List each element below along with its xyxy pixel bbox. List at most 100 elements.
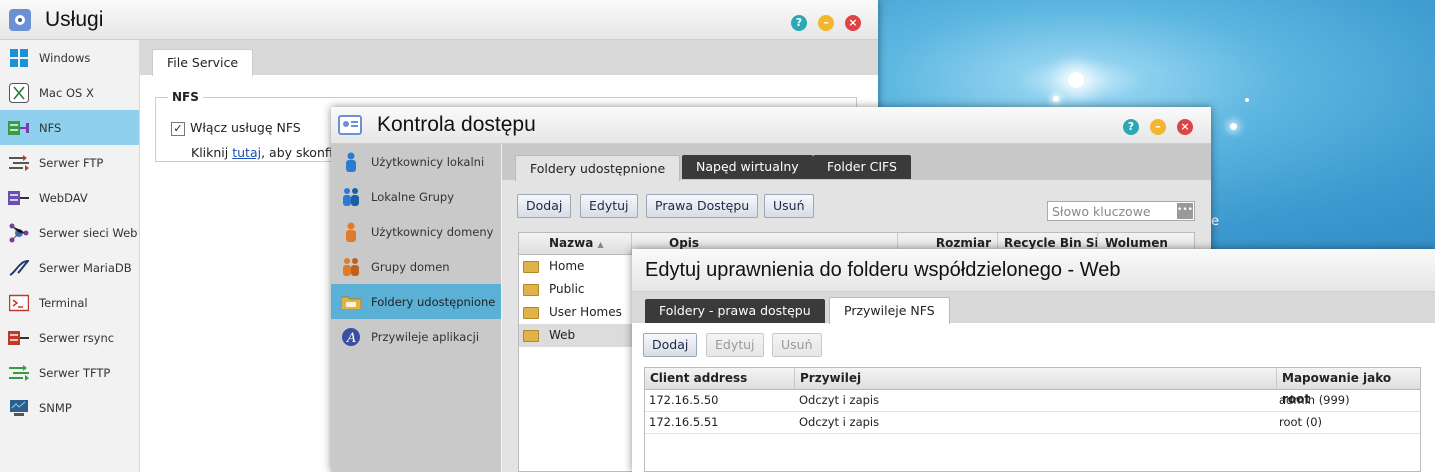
table-row[interactable]: 172.16.5.50 Odczyt i zapis admin (999) [645, 390, 1420, 412]
cell-privilege: Odczyt i zapis [799, 415, 880, 429]
sidebar-item-macos[interactable]: Mac OS X [0, 75, 139, 110]
folder-icon [523, 260, 539, 273]
help-icon[interactable]: ? [1123, 119, 1139, 135]
minimize-icon[interactable]: – [818, 15, 834, 31]
folder-icon [523, 329, 539, 342]
cell-client-address: 172.16.5.50 [649, 393, 719, 407]
sidebar-item-label: Serwer TFTP [39, 365, 111, 380]
search-placeholder: Słowo kluczowe [1052, 204, 1151, 219]
tab-file-service[interactable]: File Service [152, 49, 254, 76]
sidebar-item-terminal[interactable]: Terminal [0, 285, 139, 320]
tab-shared-folders[interactable]: Foldery udostępnione [515, 155, 681, 181]
tab-virtual-drive[interactable]: Napęd wirtualny [682, 155, 813, 179]
sidebar-item-label: Windows [39, 50, 91, 65]
add-button[interactable]: Dodaj [517, 194, 572, 218]
sidebar-item-label: Serwer FTP [39, 155, 104, 170]
sidebar-item-local-groups[interactable]: Lokalne Grupy [331, 179, 501, 214]
sidebar-item-ftp[interactable]: Serwer FTP [0, 145, 139, 180]
dialog-titlebar[interactable]: Edytuj uprawnienia do folderu współdziel… [632, 249, 1435, 292]
column-header-root-mapping[interactable]: Mapowanie jako root [1277, 368, 1422, 406]
minimize-icon[interactable]: – [1150, 119, 1166, 135]
access-app-icon [338, 113, 362, 137]
tab-cifs-folder[interactable]: Folder CIFS [813, 155, 911, 179]
sidebar-item-local-users[interactable]: Użytkownicy lokalni [331, 144, 501, 179]
sidebar-item-tftp[interactable]: Serwer TFTP [0, 355, 139, 390]
domain-user-icon [341, 222, 361, 242]
sidebar-item-snmp[interactable]: SNMP [0, 390, 139, 425]
dialog-edit-button[interactable]: Edytuj [706, 333, 764, 357]
table-row[interactable]: 172.16.5.51 Odczyt i zapis root (0) [645, 412, 1420, 434]
folder-name: User Homes [549, 305, 622, 319]
sidebar-item-label: Przywileje aplikacji [371, 329, 480, 344]
table-row[interactable]: Home [519, 255, 634, 278]
folder-name: Public [549, 282, 585, 296]
edit-permissions-dialog: Edytuj uprawnienia do folderu współdziel… [632, 249, 1435, 472]
cell-privilege: Odczyt i zapis [799, 393, 880, 407]
services-titlebar[interactable]: Usługi ? – × [0, 0, 878, 40]
sidebar-item-mariadb[interactable]: Serwer MariaDB [0, 250, 139, 285]
table-row[interactable]: User Homes [519, 301, 634, 324]
sidebar-item-label: Foldery udostępnione [371, 294, 496, 309]
sidebar-item-shared-folders[interactable]: Foldery udostępnione [331, 284, 501, 319]
folder-icon [523, 306, 539, 319]
configure-link[interactable]: tutaj [232, 145, 261, 160]
access-rights-button[interactable]: Prawa Dostępu [646, 194, 759, 218]
sidebar-item-label: Mac OS X [39, 85, 94, 100]
column-header-client-address[interactable]: Client address [645, 368, 795, 389]
search-input[interactable]: Słowo kluczowe ••• [1047, 201, 1195, 221]
dialog-add-button[interactable]: Dodaj [643, 333, 698, 357]
column-header-privilege[interactable]: Przywilej [795, 368, 1277, 389]
tftp-icon [8, 363, 30, 383]
sidebar-item-label: NFS [39, 120, 62, 135]
tab-folder-access-rights[interactable]: Foldery - prawa dostępu [645, 299, 825, 323]
shared-folder-icon [341, 292, 361, 312]
local-group-icon [341, 187, 361, 207]
delete-button[interactable]: Usuń [764, 194, 814, 218]
close-icon[interactable]: × [845, 15, 861, 31]
sidebar-item-domain-users[interactable]: Użytkownicy domeny [331, 214, 501, 249]
sidebar-item-app-privileges[interactable]: A Przywileje aplikacji [331, 319, 501, 354]
cell-client-address: 172.16.5.51 [649, 415, 719, 429]
tab-nfs-privileges[interactable]: Przywileje NFS [829, 297, 950, 324]
access-tabstrip: Foldery udostępnione Napęd wirtualny Fol… [502, 144, 1211, 181]
table-row[interactable]: Public [519, 278, 634, 301]
column-header-name[interactable]: Nazwa ▲ [519, 233, 632, 254]
nfs-hint: Kliknij tutaj, aby skonfi [191, 145, 333, 160]
nfs-privileges-table: Client address Przywilej Mapowanie jako … [644, 367, 1421, 472]
dialog-tabstrip: Foldery - prawa dostępu Przywileje NFS [632, 292, 1435, 324]
help-icon[interactable]: ? [791, 15, 807, 31]
access-sidebar: Użytkownicy lokalni Lokalne Grupy Użytko… [331, 144, 501, 472]
access-window-title: Kontrola dostępu [377, 113, 536, 136]
sidebar-item-label: Grupy domen [371, 259, 450, 274]
enable-nfs-checkbox[interactable]: ✓ [171, 121, 185, 136]
windows-icon [8, 48, 30, 68]
nfs-icon [8, 118, 30, 138]
sidebar-item-domain-groups[interactable]: Grupy domen [331, 249, 501, 284]
svg-text:A: A [346, 331, 356, 346]
edit-button[interactable]: Edytuj [580, 194, 638, 218]
sidebar-item-rsync[interactable]: Serwer rsync [0, 320, 139, 355]
snmp-icon [8, 398, 30, 418]
enable-nfs-row[interactable]: ✓ Włącz usługę NFS [171, 120, 301, 136]
enable-nfs-label: Włącz usługę NFS [190, 120, 301, 135]
rsync-icon [8, 328, 30, 348]
access-titlebar[interactable]: Kontrola dostępu ? – × [331, 107, 1211, 144]
sidebar-item-windows[interactable]: Windows [0, 40, 139, 75]
desktop-sparkle [1068, 72, 1084, 88]
close-icon[interactable]: × [1177, 119, 1193, 135]
desktop-sparkle [1245, 98, 1249, 102]
sort-asc-icon: ▲ [597, 240, 604, 249]
sidebar-item-nfs[interactable]: NFS [0, 110, 139, 145]
sidebar-item-label: Serwer sieci Web [39, 225, 138, 240]
web-server-icon [8, 223, 30, 243]
local-user-icon [341, 152, 361, 172]
dialog-delete-button[interactable]: Usuń [772, 333, 822, 357]
folder-icon [523, 283, 539, 296]
sidebar-item-webdav[interactable]: WebDAV [0, 180, 139, 215]
ftp-icon [8, 153, 30, 173]
nfs-table-header: Client address Przywilej Mapowanie jako … [645, 368, 1422, 406]
table-row-selected[interactable]: Web [519, 324, 634, 347]
search-options-icon[interactable]: ••• [1177, 203, 1193, 219]
sidebar-item-web-server[interactable]: Serwer sieci Web [0, 215, 139, 250]
cell-root-mapping: root (0) [1279, 415, 1323, 429]
